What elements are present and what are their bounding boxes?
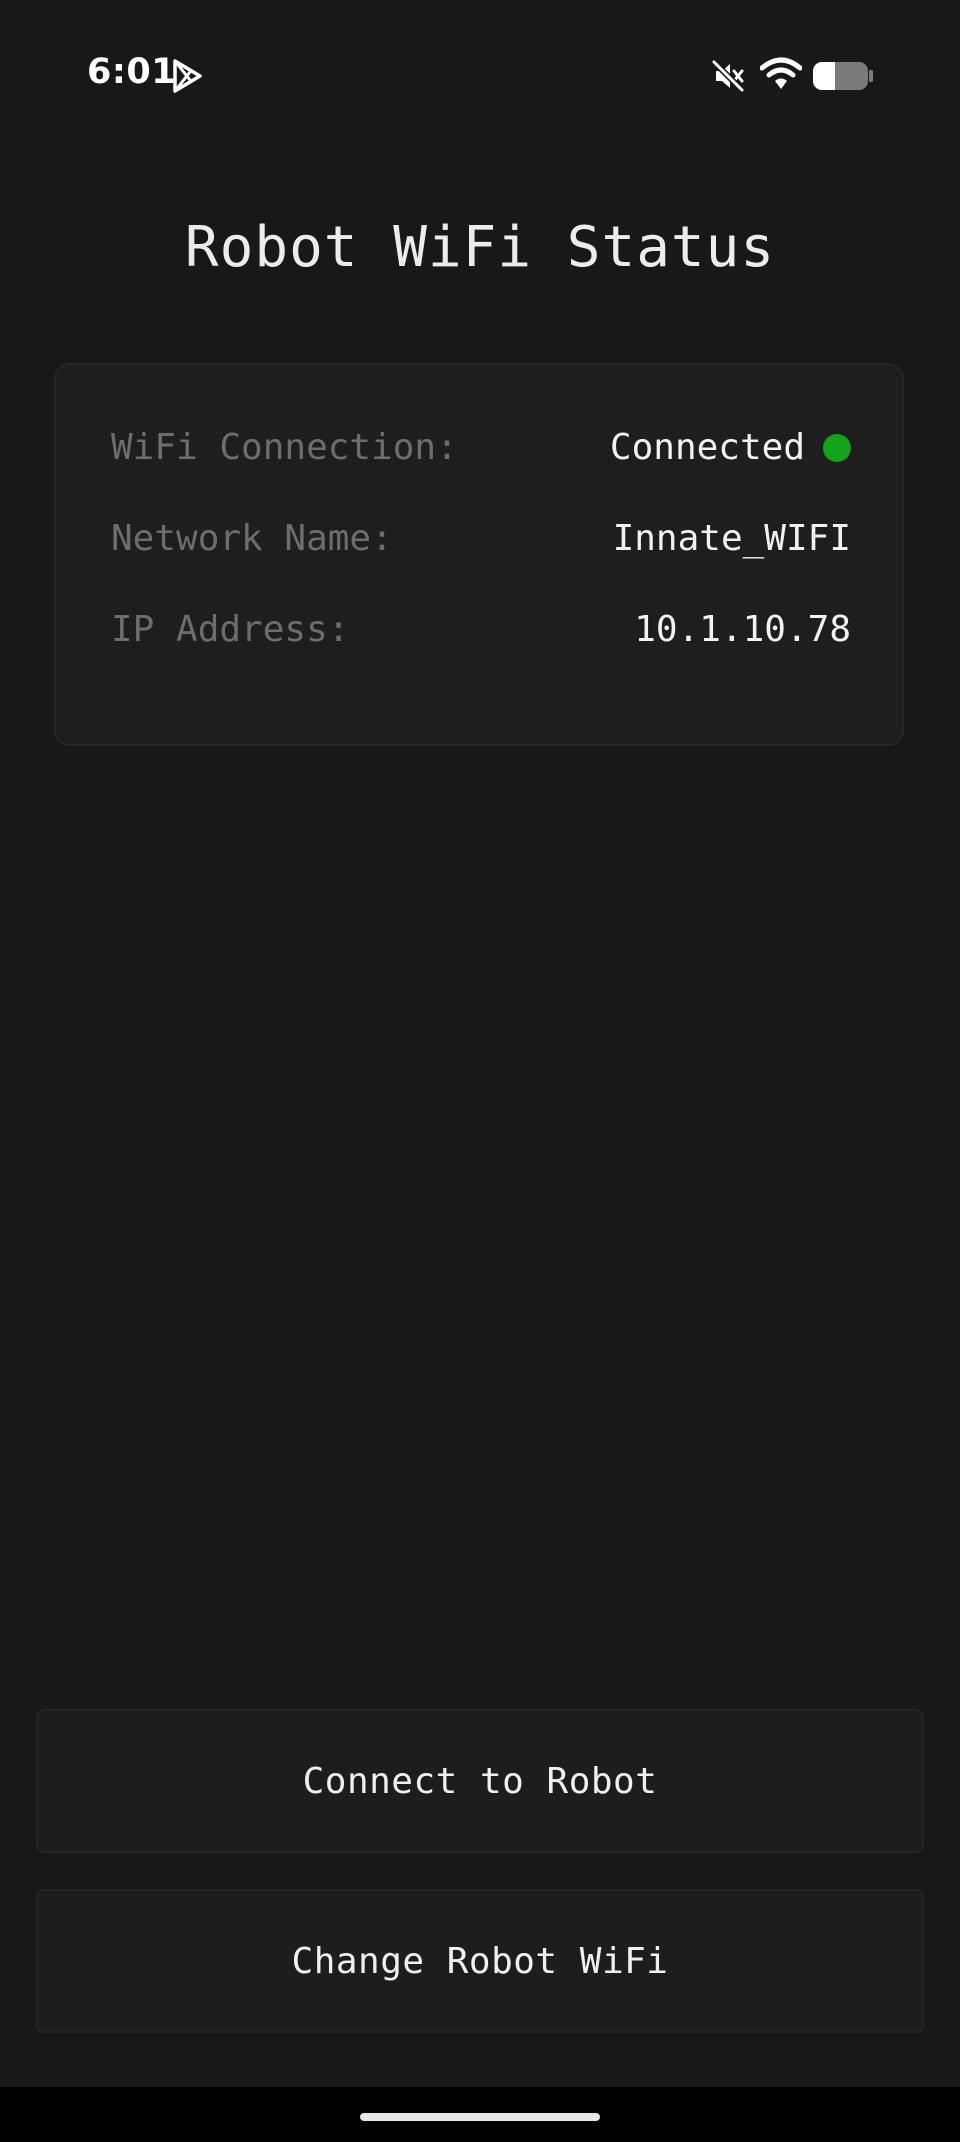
network-name-row: Network Name: Innate_WIFI (111, 514, 851, 564)
ip-address-label: IP Address: (111, 609, 350, 650)
status-time: 6:01 (87, 52, 177, 92)
network-name-label: Network Name: (111, 518, 393, 559)
status-bar: 6:01 (0, 0, 960, 150)
wifi-icon (760, 57, 802, 89)
navigation-bar (0, 2087, 960, 2142)
wifi-connection-value: Connected (609, 427, 805, 468)
wifi-status-card: WiFi Connection: Connected Network Name:… (54, 363, 904, 746)
change-robot-wifi-button[interactable]: Change Robot WiFi (36, 1889, 924, 2033)
connected-status-dot (823, 434, 851, 462)
wifi-connection-row: WiFi Connection: Connected (111, 423, 851, 473)
wifi-connection-label: WiFi Connection: (111, 427, 458, 468)
ip-address-row: IP Address: 10.1.10.78 (111, 605, 851, 655)
connect-to-robot-button[interactable]: Connect to Robot (36, 1709, 924, 1853)
home-indicator[interactable] (360, 2113, 600, 2121)
battery-icon (813, 62, 873, 90)
ip-address-value: 10.1.10.78 (634, 609, 851, 650)
app-screen: 6:01 Robot WiFi Status WiFi Connection: … (0, 0, 960, 2142)
mute-icon (711, 59, 745, 93)
play-store-icon (173, 59, 202, 93)
network-name-value: Innate_WIFI (612, 518, 851, 559)
page-title: Robot WiFi Status (184, 215, 776, 280)
